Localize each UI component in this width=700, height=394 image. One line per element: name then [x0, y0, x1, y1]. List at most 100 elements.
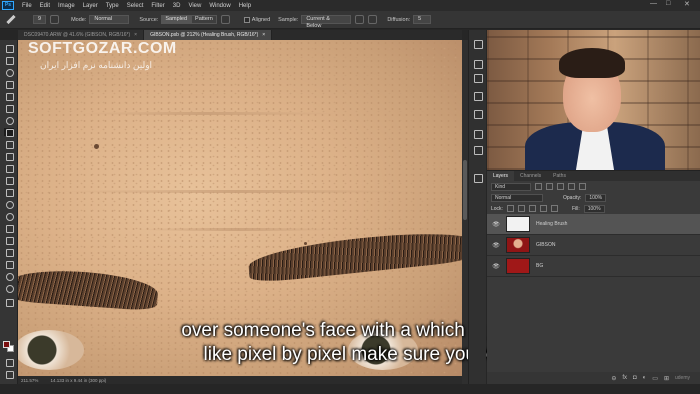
aligned-checkbox[interactable] [243, 16, 250, 23]
healing-brush-tool-icon[interactable] [4, 128, 14, 137]
instructor-webcam [487, 30, 700, 170]
brush-size-picker[interactable]: 9 [33, 15, 47, 24]
filter-shape-icon[interactable] [568, 183, 575, 190]
brush-panel-icon[interactable] [473, 146, 483, 155]
crop-tool-icon[interactable] [4, 92, 14, 101]
menu-window[interactable]: Window [205, 3, 234, 9]
menu-file[interactable]: File [18, 3, 36, 9]
watermark-title: SOFTGOZAR.COM [28, 40, 177, 57]
brand-logo: udemy [674, 375, 690, 381]
menu-filter[interactable]: Filter [147, 3, 168, 9]
new-group-icon[interactable]: ▭ [652, 375, 658, 382]
menu-help[interactable]: Help [235, 3, 255, 9]
blur-tool-icon[interactable] [4, 200, 14, 209]
adjustment-layer-icon[interactable]: ◐ [643, 375, 647, 381]
link-layers-icon[interactable]: ⊖ [611, 375, 616, 382]
adjustments-panel-icon[interactable] [473, 74, 483, 83]
lasso-tool-icon[interactable] [4, 68, 14, 77]
diffusion-select[interactable]: 5 [413, 15, 432, 24]
quick-select-tool-icon[interactable] [4, 80, 14, 89]
source-sampled-button[interactable]: Sampled [161, 15, 192, 24]
filter-pixel-icon[interactable] [535, 183, 542, 190]
menu-3d[interactable]: 3D [169, 3, 185, 9]
sample-select[interactable]: Current & Below [301, 15, 352, 29]
lock-all-icon[interactable] [550, 205, 558, 212]
history-panel-icon[interactable] [473, 130, 483, 139]
eraser-tool-icon[interactable] [4, 176, 14, 185]
more-tools-icon[interactable] [4, 298, 14, 307]
clone-stamp-tool-icon[interactable] [4, 152, 14, 161]
opacity-field[interactable]: 100% [585, 193, 607, 202]
filter-adjustment-icon[interactable] [546, 183, 553, 190]
layer-name: BG [536, 263, 544, 269]
layer-bg[interactable]: 👁 BG [487, 256, 700, 277]
gradient-tool-icon[interactable] [4, 188, 14, 197]
swatches-panel-icon[interactable] [473, 110, 483, 119]
add-mask-icon[interactable]: ◘ [633, 375, 637, 381]
menu-type[interactable]: Type [102, 3, 123, 9]
pattern-picker-icon[interactable] [220, 15, 230, 24]
brush-tool-icon[interactable] [4, 140, 14, 149]
diffusion-label: Diffusion: [387, 16, 411, 23]
hand-tool-icon[interactable] [4, 272, 14, 281]
properties-panel-icon[interactable] [473, 60, 483, 69]
ignore-adjustment-layers-icon[interactable] [355, 15, 365, 24]
tab-channels[interactable]: Channels [514, 171, 547, 181]
close-button[interactable]: ✕ [684, 0, 690, 8]
rectangle-tool-icon[interactable] [4, 260, 14, 269]
lock-transparent-icon[interactable] [506, 205, 514, 212]
layer-healing-brush[interactable]: 👁 Healing Brush [487, 214, 700, 235]
foreground-color-swatch[interactable] [3, 341, 10, 348]
lock-pixels-icon[interactable] [517, 205, 525, 212]
visibility-eye-icon[interactable]: 👁 [492, 242, 500, 249]
source-label: Source: [139, 16, 159, 23]
layers-panel-icon[interactable] [473, 174, 483, 183]
learn-panel-icon[interactable] [473, 40, 483, 49]
tab-layers[interactable]: Layers [487, 171, 515, 181]
pen-tool-icon[interactable] [4, 224, 14, 233]
visibility-eye-icon[interactable]: 👁 [492, 221, 500, 228]
type-tool-icon[interactable] [4, 236, 14, 245]
menu-image[interactable]: Image [54, 3, 79, 9]
tab-dsc09470[interactable]: DSC09470.ARW @ 41.6% (GIBSON, RGB/16*) × [18, 30, 145, 40]
color-panel-icon[interactable] [473, 92, 483, 101]
tab-paths[interactable]: Paths [547, 171, 572, 181]
brush-settings-icon[interactable] [50, 15, 60, 24]
menu-layer[interactable]: Layer [79, 3, 102, 9]
path-selection-tool-icon[interactable] [4, 248, 14, 257]
dodge-tool-icon[interactable] [4, 212, 14, 221]
marquee-tool-icon[interactable] [4, 56, 14, 65]
menu-select[interactable]: Select [123, 3, 148, 9]
frame-tool-icon[interactable] [4, 104, 14, 113]
fx-icon[interactable]: fx [622, 375, 627, 381]
new-layer-icon[interactable]: ⊞ [664, 375, 669, 382]
source-pattern-button[interactable]: Pattern [191, 15, 217, 24]
tab-gibson[interactable]: GIBSON.psb @ 212% (Healing Brush, RGB/16… [144, 30, 273, 40]
zoom-level[interactable]: 211.57% [21, 378, 38, 383]
healing-brush-tool-icon[interactable] [6, 14, 16, 25]
fill-field[interactable]: 100% [583, 204, 605, 213]
scrollbar-thumb[interactable] [463, 160, 467, 220]
filter-kind-select[interactable]: Kind [491, 182, 531, 191]
zoom-tool-icon[interactable] [4, 284, 14, 293]
lock-artboard-icon[interactable] [539, 205, 547, 212]
mode-select[interactable]: Normal [89, 15, 130, 24]
visibility-eye-icon[interactable]: 👁 [492, 263, 500, 270]
eyedropper-tool-icon[interactable] [4, 116, 14, 125]
minimize-button[interactable]: — [650, 0, 657, 7]
layer-gibson[interactable]: 👁 GIBSON [487, 235, 700, 256]
move-tool-icon[interactable] [4, 44, 14, 53]
mode-label: Mode: [71, 16, 87, 23]
maximize-button[interactable]: □ [666, 0, 670, 7]
menu-view[interactable]: View [184, 3, 205, 9]
menu-edit[interactable]: Edit [36, 3, 54, 9]
lock-position-icon[interactable] [528, 205, 536, 212]
tab-close-icon[interactable]: × [262, 32, 265, 38]
tab-close-icon[interactable]: × [134, 32, 137, 38]
filter-type-icon[interactable] [557, 183, 564, 190]
blend-mode-select[interactable]: Normal [491, 193, 543, 202]
pressure-size-icon[interactable] [368, 15, 378, 24]
filter-smart-object-icon[interactable] [579, 183, 586, 190]
history-brush-tool-icon[interactable] [4, 164, 14, 173]
screen-mode-icon[interactable] [4, 370, 14, 379]
